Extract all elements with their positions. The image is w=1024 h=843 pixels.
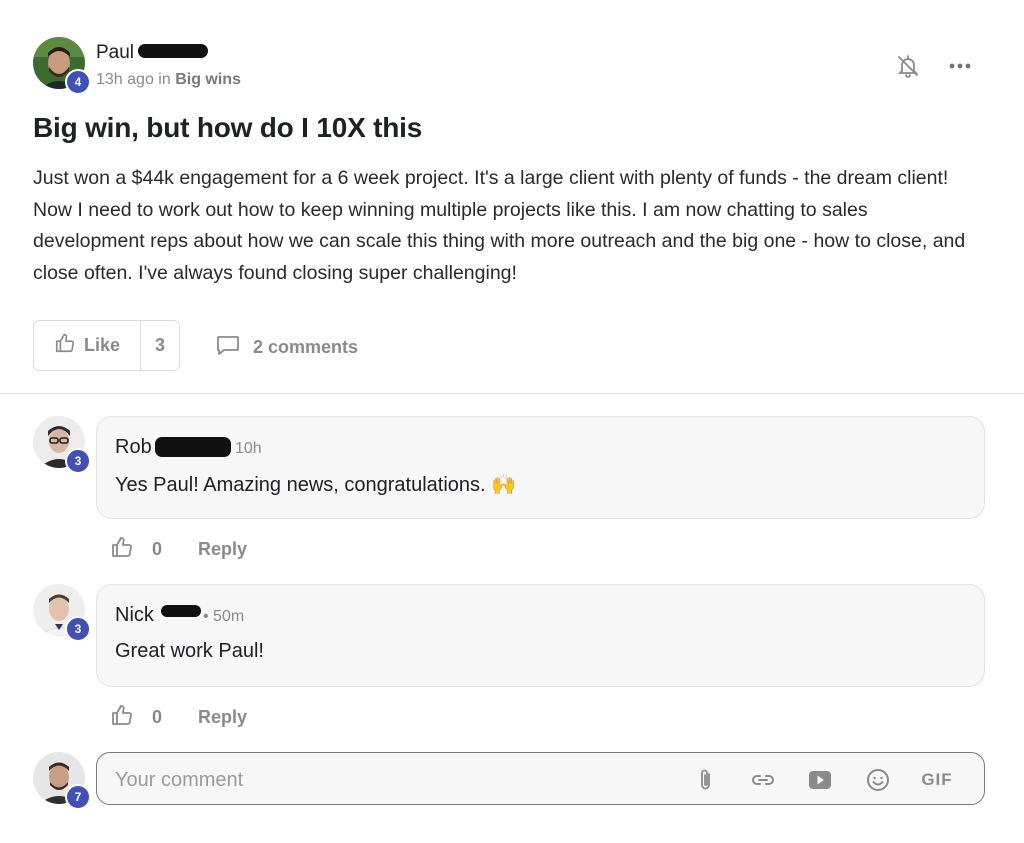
- commenter-name[interactable]: Rob: [115, 436, 152, 459]
- comment-text: Great work Paul!: [115, 640, 264, 662]
- post-category-link[interactable]: Big wins: [175, 71, 241, 88]
- commenter-level-badge: 3: [65, 448, 91, 474]
- like-button[interactable]: Like: [34, 321, 141, 370]
- more-icon[interactable]: [946, 54, 974, 78]
- comment-time: 10h: [235, 440, 262, 457]
- comment-card: Nick • 50m Great work Paul!: [96, 584, 985, 687]
- post-body: Just won a $44k engagement for a 6 week …: [33, 167, 966, 284]
- redacted-surname: [155, 437, 231, 457]
- like-label: Like: [83, 335, 121, 355]
- commenter-name[interactable]: Nick: [115, 604, 154, 627]
- post-time: 13h ago in: [96, 71, 171, 88]
- redacted-surname: [138, 44, 208, 58]
- reply-button[interactable]: Reply: [198, 707, 247, 728]
- comment-like-button[interactable]: 0: [110, 703, 162, 732]
- comments-link[interactable]: 2 comments: [215, 333, 358, 362]
- comment-like-count: 0: [152, 707, 163, 727]
- comment-card: Rob 10h Yes Paul! Amazing news, congratu…: [96, 416, 985, 519]
- author-name[interactable]: Paul: [96, 42, 134, 64]
- comment-icon: [215, 333, 241, 362]
- comment-time: • 50m: [203, 608, 245, 625]
- gif-button[interactable]: GIF: [919, 767, 955, 793]
- thumbs-up-icon: [54, 332, 76, 359]
- like-count: 3: [154, 335, 165, 355]
- comment-text: Yes Paul! Amazing news, congratulations.…: [115, 474, 517, 496]
- divider: [0, 393, 1024, 394]
- emoji-icon[interactable]: [865, 767, 891, 793]
- current-user-level-badge: 7: [65, 784, 91, 810]
- comments-count-label: 2 comments: [253, 337, 359, 357]
- comment-actions: 0 Reply: [110, 535, 247, 564]
- like-control: Like 3: [33, 320, 180, 371]
- commenter-level-badge: 3: [65, 616, 91, 642]
- thumbs-up-icon: [110, 535, 134, 564]
- author-level-badge: 4: [65, 69, 91, 95]
- comment-composer: GIF: [96, 752, 985, 805]
- comment-input[interactable]: [113, 763, 677, 797]
- comment-actions: 0 Reply: [110, 703, 247, 732]
- redacted-surname: [161, 605, 201, 617]
- comment-like-button[interactable]: 0: [110, 535, 162, 564]
- post-title: Big win, but how do I 10X this: [33, 112, 423, 143]
- video-icon[interactable]: [807, 767, 833, 793]
- bell-off-icon[interactable]: [895, 53, 921, 79]
- reply-button[interactable]: Reply: [198, 539, 247, 560]
- thumbs-up-icon: [110, 703, 134, 732]
- comment-like-count: 0: [152, 539, 163, 559]
- paperclip-icon[interactable]: [693, 767, 719, 793]
- link-icon[interactable]: [750, 767, 776, 793]
- post-meta: 13h ago in Big wins: [96, 71, 241, 89]
